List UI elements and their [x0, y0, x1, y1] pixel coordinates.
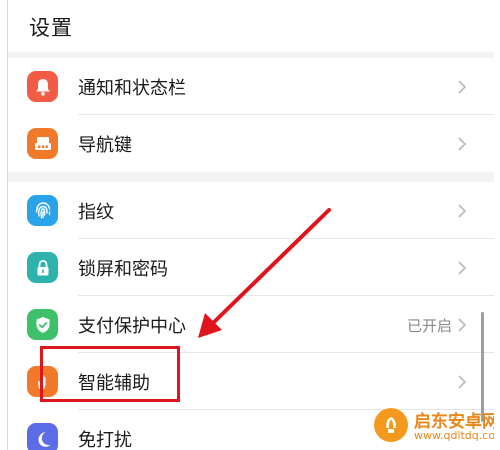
settings-item-do-not-disturb[interactable]: 免打扰 [8, 410, 494, 450]
settings-screen: 设置 通知和状态栏 导航键 指纹 锁屏和密码 支付保护中心 已开启 智能辅助 免… [8, 0, 494, 450]
settings-item-label: 通知和状态栏 [78, 78, 186, 99]
shield-check-icon [27, 309, 58, 340]
settings-item-label: 指纹 [78, 202, 114, 223]
scrollbar[interactable] [481, 312, 484, 422]
settings-item-smart-assistance[interactable]: 智能辅助 [8, 353, 494, 410]
settings-item-label: 导航键 [78, 135, 132, 156]
settings-item-lock-screen[interactable]: 锁屏和密码 [8, 239, 494, 296]
chevron-right-icon [458, 204, 467, 218]
chevron-right-icon [458, 375, 467, 389]
settings-item-label: 锁屏和密码 [78, 259, 168, 280]
chevron-right-icon [458, 137, 467, 151]
page-title: 设置 [29, 16, 73, 40]
section-gap [8, 172, 494, 182]
chevron-right-icon [458, 261, 467, 275]
chevron-right-icon [458, 80, 467, 94]
settings-item-label: 免打扰 [78, 430, 132, 450]
bell-icon [27, 71, 58, 102]
moon-icon [27, 423, 58, 450]
settings-item-notifications[interactable]: 通知和状态栏 [8, 58, 494, 115]
settings-item-payment-protection[interactable]: 支付保护中心 已开启 [8, 296, 494, 353]
settings-item-navigation-keys[interactable]: 导航键 [8, 115, 494, 172]
settings-item-label: 支付保护中心 [78, 316, 186, 337]
settings-item-fingerprint[interactable]: 指纹 [8, 182, 494, 239]
lock-icon [27, 252, 58, 283]
chevron-right-icon [458, 318, 467, 332]
hand-icon [27, 366, 58, 397]
status-value: 已开启 [406, 317, 452, 335]
navigation-key-icon [27, 128, 58, 159]
settings-item-label: 智能辅助 [78, 373, 150, 394]
fingerprint-icon [27, 195, 58, 226]
